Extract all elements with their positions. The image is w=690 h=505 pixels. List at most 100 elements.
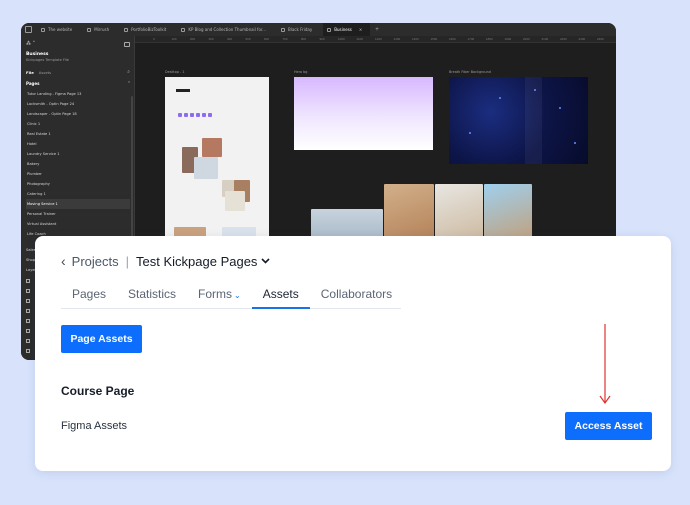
project-title[interactable]: Test Kickpage Pages [136,254,257,269]
ruler: 0 100 200 300 400 500 600 700 800 900 1000 1100 1200… [135,36,616,43]
frame-label[interactable]: Hero bg [294,70,307,74]
ruler-tick: 2200 [560,37,567,41]
layer-icon[interactable] [26,329,30,333]
file-icon [181,27,186,32]
layer-icon[interactable] [26,279,30,283]
page-item[interactable]: Locksmith - Optin Page 24 [26,99,130,109]
page-item[interactable]: Catering 1 [26,189,130,199]
page-item[interactable]: Real Estate 1 [26,129,130,139]
page-item[interactable]: Bakery [26,159,130,169]
breadcrumb-projects[interactable]: Projects [72,254,119,269]
tab-statistics[interactable]: Statistics [117,285,187,308]
ruler-tick: 1500 [430,37,438,41]
file-name[interactable]: Business [26,52,130,57]
page-item[interactable]: Laundry Service 1 [26,149,130,159]
ruler-tick: 800 [301,37,307,41]
figma-tab-label: Business [334,27,352,32]
ruler-tick: 100 [171,37,177,41]
chevron-down-icon[interactable]: ˅ [128,81,130,86]
search-icon[interactable]: ⌕ [127,69,130,75]
page-item[interactable]: Tutor Landing - Figma Page 13 [26,89,130,99]
figma-tab[interactable]: The website [37,23,80,36]
ruler-tick: 1700 [467,37,475,41]
figma-tab-label: PortfolioBizToolkit [131,27,167,32]
chevron-down-icon[interactable] [261,256,271,267]
layer-icon[interactable] [26,339,30,343]
tab-forms[interactable]: Forms ⌄ [187,285,252,308]
page-item[interactable]: Virtual Assistant [26,219,130,229]
figma-tab-label: Mirrush [94,27,110,32]
kickpage-card: ‹ Projects | Test Kickpage Pages Pages S… [35,236,671,471]
access-asset-button[interactable]: Access Asset [565,412,652,440]
ruler-tick: 0 [153,37,155,41]
asset-label: Figma Assets [61,420,128,432]
file-icon [87,27,92,32]
layer-icon[interactable] [26,309,30,313]
frame-label[interactable]: Desktop - 1 [165,70,185,74]
ruler-tick: 1600 [449,37,456,41]
ruler-tick: 300 [208,37,214,41]
frame-fiber-background[interactable] [449,77,588,164]
file-icon [41,27,45,32]
tab-assets[interactable]: Assets [251,285,310,309]
page-item[interactable]: Photography [26,179,130,189]
ruler-tick: 1900 [504,37,512,41]
frame-hero-bg[interactable] [294,77,433,150]
figma-tab[interactable]: Mirrush [83,23,117,36]
page-item[interactable]: Shop [26,258,35,262]
figma-tab-label: KP Blog and Collection Thumbnail for... [188,27,266,32]
ruler-tick: 2000 [523,37,530,41]
frame-label[interactable]: Breath Fiber Background [449,70,491,74]
tab-collaborators[interactable]: Collaborators [310,285,403,308]
layer-icon[interactable] [26,289,30,293]
ruler-tick: 500 [245,37,251,41]
figma-menu-icon[interactable]: ⁂ ˅ [26,41,35,47]
page-item[interactable]: Landscaper - Optin Page 18 [26,109,130,119]
ruler-tick: 200 [190,37,196,41]
layer-icon[interactable] [26,299,30,303]
ruler-tick: 700 [282,37,288,41]
file-icon [124,27,129,32]
ruler-tick: 1200 [375,37,382,41]
file-icon [327,27,332,32]
ruler-tick: 1300 [393,37,401,41]
ruler-tick: 600 [264,37,270,41]
tab-forms-label: Forms [198,287,233,301]
page-item-selected[interactable]: Moving Service 1 [26,199,130,209]
project-tabs: Pages Statistics Forms ⌄ Assets Collabora… [61,285,401,309]
ruler-tick: 2300 [578,37,586,41]
page-item[interactable]: Personal Trainer [26,209,130,219]
layer-icon[interactable] [26,319,30,323]
section-title: Course Page [61,384,135,398]
ruler-tick: 2400 [597,37,604,41]
annotation-arrow-icon [599,324,611,405]
ruler-tick: 1800 [486,37,493,41]
pages-header: Pages [26,81,40,86]
page-item[interactable]: Hotel [26,139,130,149]
page-item[interactable]: Plumber [26,169,130,179]
frame-logo [176,89,190,92]
figma-tab[interactable]: PortfolioBizToolkit [120,23,174,36]
chevron-down-icon: ⌄ [234,291,241,300]
panel-toggle-icon[interactable] [124,41,130,47]
home-icon[interactable] [25,26,32,33]
page-assets-button[interactable]: Page Assets [61,325,142,353]
close-icon[interactable]: × [359,27,362,32]
file-tab[interactable]: File [26,70,34,75]
tab-pages[interactable]: Pages [61,285,117,308]
file-icon [281,27,285,32]
layer-icon[interactable] [26,349,30,353]
file-subtitle: Kickpages Template File [26,58,69,62]
chevron-left-icon[interactable]: ‹ [61,253,66,269]
page-item[interactable]: Clinic 1 [26,119,130,129]
new-tab-icon[interactable]: + [375,27,379,33]
pages-list: Tutor Landing - Figma Page 13 Locksmith … [26,89,130,239]
ruler-tick: 2100 [541,37,549,41]
figma-tab[interactable]: Black Friday [277,23,320,36]
figma-tab[interactable]: KP Blog and Collection Thumbnail for... [177,23,274,36]
frame-icon-row [178,113,212,117]
figma-tab-bar: The website Mirrush PortfolioBizToolkit … [21,23,616,36]
figma-tab-active[interactable]: Business × [323,23,371,36]
assets-tab[interactable]: Assets [39,70,51,75]
scrollbar[interactable] [131,96,133,246]
